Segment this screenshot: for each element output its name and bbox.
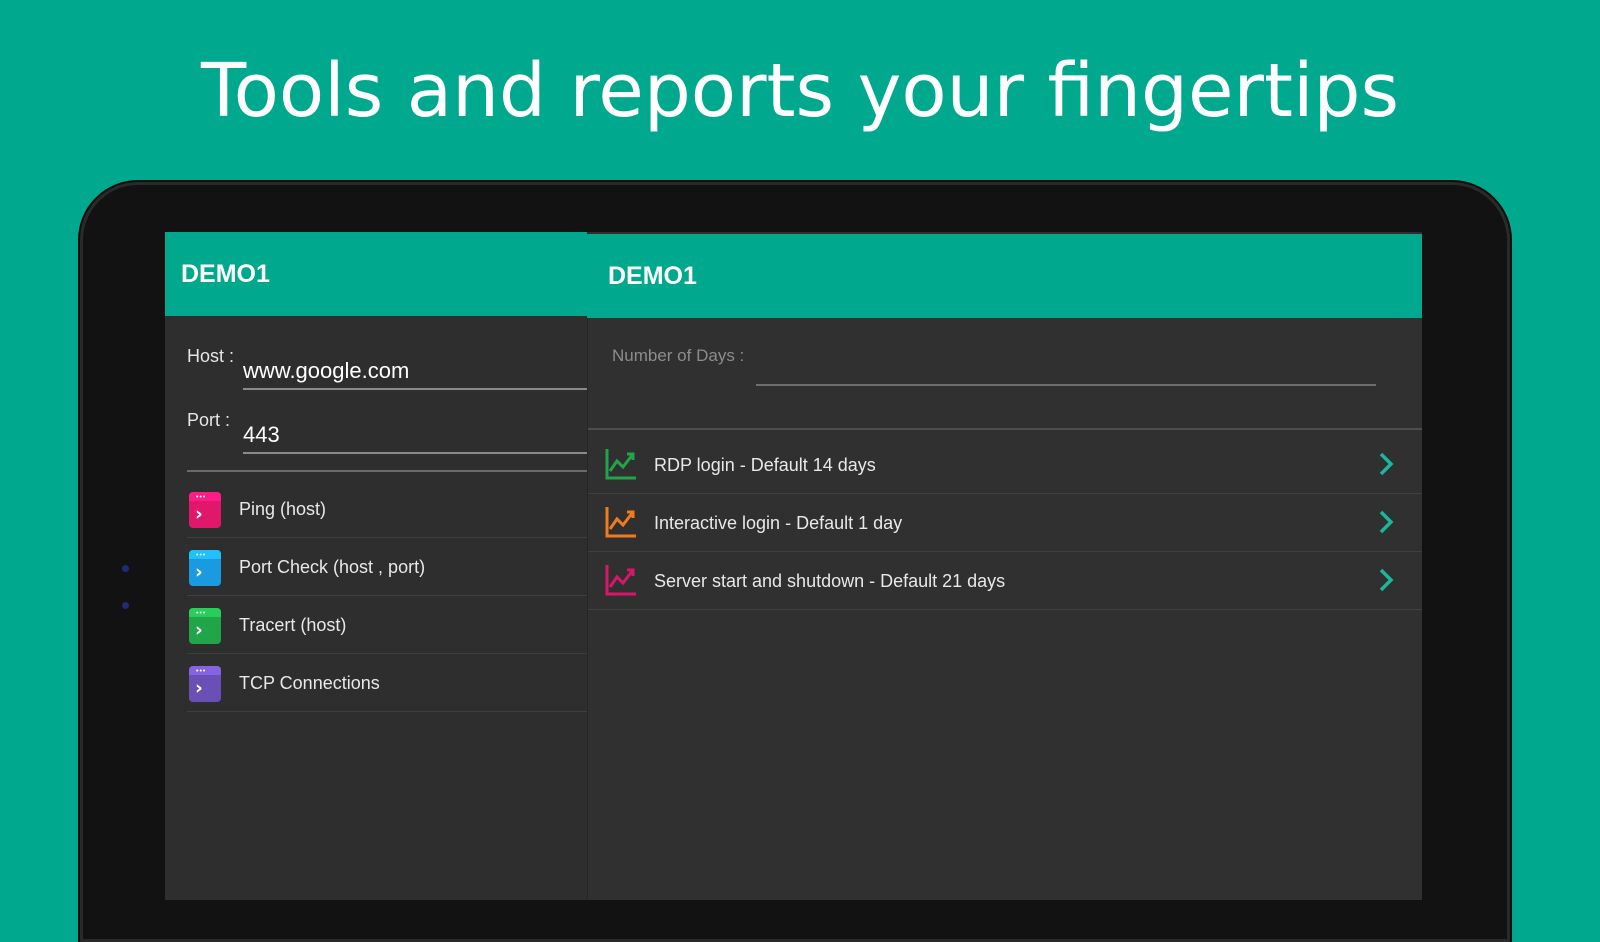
tools-divider: [187, 470, 587, 472]
tool-ping[interactable]: ••• › Ping (host): [187, 480, 587, 538]
terminal-icon: ••• ›: [189, 608, 221, 644]
left-appbar-title: DEMO1: [181, 260, 270, 288]
host-input-underline: [243, 388, 587, 390]
tool-ping-label: Ping (host): [239, 499, 327, 519]
port-label: Port :: [187, 410, 231, 430]
tool-tracert[interactable]: ••• › Tracert (host): [187, 596, 587, 654]
report-rdp-login[interactable]: RDP login - Default 14 days: [588, 436, 1422, 494]
chart-trend-icon: [605, 565, 636, 596]
chart-trend-icon: [605, 507, 636, 538]
report-server-start-shutdown[interactable]: Server start and shutdown - Default 21 d…: [588, 552, 1422, 610]
terminal-icon: ••• ›: [189, 550, 221, 586]
terminal-icon: ••• ›: [189, 492, 221, 528]
report-rdp-login-label: RDP login - Default 14 days: [654, 455, 876, 475]
headline: Tools and reports your fingertips: [200, 48, 1400, 134]
tool-tcp-connections[interactable]: ••• › TCP Connections: [187, 654, 587, 712]
tool-port-check[interactable]: ••• › Port Check (host , port): [187, 538, 587, 596]
left-appbar: DEMO1: [165, 232, 587, 316]
tool-tcp-connections-label: TCP Connections: [239, 673, 380, 693]
report-server-start-shutdown-label: Server start and shutdown - Default 21 d…: [654, 571, 1006, 591]
chevron-right-icon: [1379, 568, 1394, 592]
right-appbar-title: DEMO1: [608, 262, 697, 290]
port-input-underline: [243, 452, 587, 454]
app-screen: DEMO1 DEMO1 Host : www.google.com Port :…: [165, 232, 1422, 900]
reports-divider: [588, 428, 1422, 430]
days-label: Number of Days :: [612, 346, 745, 365]
reports-pane: Number of Days : RDP login - Default 14 …: [587, 318, 1422, 900]
right-appbar: DEMO1: [587, 234, 1422, 318]
sensor-dot: [122, 602, 129, 609]
chevron-right-icon: [1379, 510, 1394, 534]
chevron-right-icon: [1379, 452, 1394, 476]
port-input[interactable]: 443: [243, 422, 280, 448]
tool-tracert-label: Tracert (host): [239, 615, 347, 635]
report-interactive-login-label: Interactive login - Default 1 day: [654, 513, 903, 533]
chart-trend-icon: [605, 449, 636, 480]
report-interactive-login[interactable]: Interactive login - Default 1 day: [588, 494, 1422, 552]
tools-pane: Host : www.google.com Port : 443 ••• › P…: [165, 316, 587, 900]
tool-port-check-label: Port Check (host , port): [239, 557, 426, 577]
host-label: Host :: [187, 346, 235, 366]
camera-dot: [122, 565, 129, 572]
host-input[interactable]: www.google.com: [243, 358, 409, 384]
terminal-icon: ••• ›: [189, 666, 221, 702]
days-input-underline: [756, 384, 1376, 386]
